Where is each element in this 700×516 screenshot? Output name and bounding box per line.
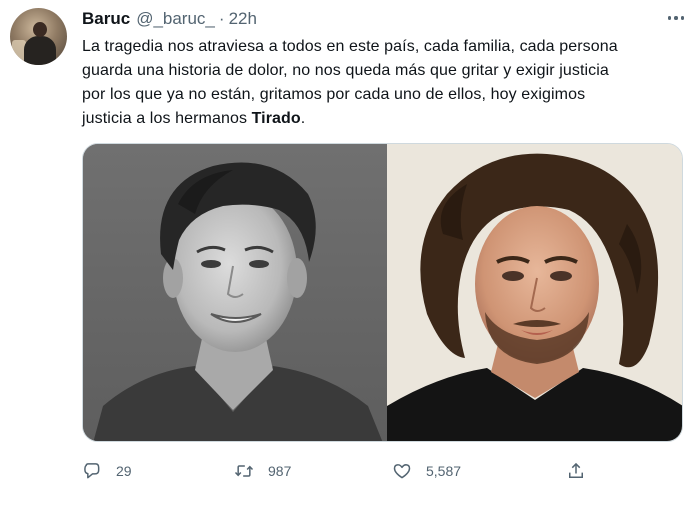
- reply-button[interactable]: 29: [82, 458, 132, 484]
- tweet-text-line-last: justicia a los hermanos Tirado.: [82, 107, 692, 131]
- retweet-arrows-icon: [234, 465, 254, 477]
- reply-count: 29: [116, 463, 132, 479]
- share-upload-icon: [569, 462, 583, 478]
- author-name[interactable]: Baruc: [82, 9, 130, 29]
- avatar-figure-body: [24, 36, 56, 65]
- more-options-button[interactable]: [662, 6, 690, 30]
- tweet-text: La tragedia nos atraviesa a todos en est…: [82, 35, 692, 131]
- portrait-left-image: [83, 144, 387, 441]
- share-button[interactable]: [566, 458, 586, 484]
- tweet-text-line: por los que ya no están, gritamos por ca…: [82, 86, 586, 103]
- tweet-text-line: justicia a los hermanos: [82, 110, 252, 127]
- portrait-right-image: [386, 144, 682, 441]
- like-count: 5,587: [426, 463, 462, 479]
- tweet-text-line: La tragedia nos atraviesa a todos en est…: [82, 38, 618, 55]
- tweet-media[interactable]: [82, 143, 683, 442]
- photo-left[interactable]: [83, 144, 387, 441]
- tweet-text-line: guarda una historia de dolor, no nos que…: [82, 62, 609, 79]
- retweet-button[interactable]: 987: [234, 458, 291, 484]
- tweet-text-end: .: [300, 110, 306, 127]
- more-dots-icon-dot: [674, 16, 678, 20]
- tweet-actions: 29 987 5,587: [82, 458, 602, 484]
- heart-icon: [393, 464, 411, 479]
- like-button[interactable]: 5,587: [392, 458, 461, 484]
- more-dots-icon-dot: [680, 16, 685, 20]
- tweet-header: Baruc @_baruc_ · 22h: [82, 8, 257, 30]
- tweet-timestamp[interactable]: 22h: [229, 9, 257, 29]
- author-handle[interactable]: @_baruc_: [136, 9, 215, 29]
- tweet[interactable]: Baruc @_baruc_ · 22h La tragedia nos atr…: [0, 0, 700, 516]
- speech-bubble-icon: [84, 463, 100, 479]
- tweet-text-bold: Tirado: [251, 110, 301, 127]
- retweet-count: 987: [268, 463, 292, 479]
- header-separator: ·: [218, 9, 225, 28]
- avatar[interactable]: [10, 8, 67, 65]
- more-dots-icon: [667, 16, 672, 20]
- avatar-figure-head: [33, 22, 47, 37]
- photo-right[interactable]: [386, 144, 682, 441]
